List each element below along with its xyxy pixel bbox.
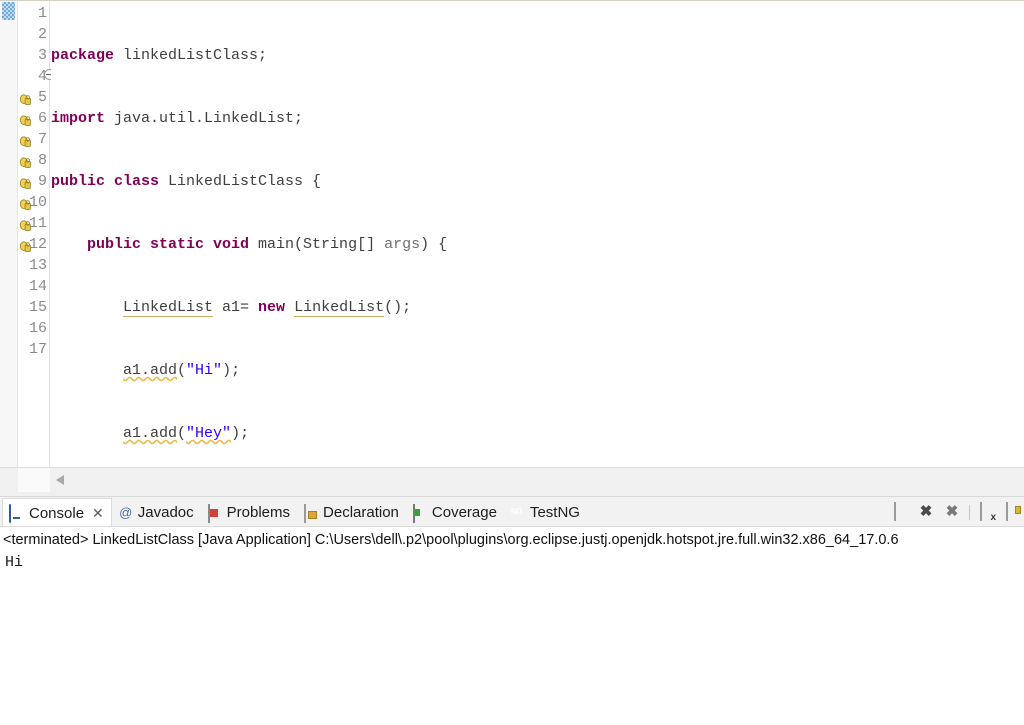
remove-launch-button[interactable]: ✖ [917, 503, 935, 521]
editor-annotation-ruler[interactable] [0, 1, 18, 467]
tab-testng[interactable]: TestNG [504, 498, 587, 527]
terminate-button[interactable] [891, 502, 909, 521]
console-output-area[interactable]: <terminated> LinkedListClass [Java Appli… [0, 526, 1024, 725]
line-number: 3 [37, 47, 47, 64]
tab-label: Problems [226, 504, 291, 521]
tab-console[interactable]: Console ✕ [2, 498, 112, 527]
line-number: 13 [28, 257, 47, 274]
pin-console-button[interactable] [1004, 502, 1022, 521]
code-line-5[interactable]: LinkedList a1= new LinkedList(); [51, 297, 1024, 318]
tab-label: Declaration [323, 504, 399, 521]
scrollbar-track[interactable] [50, 468, 1024, 492]
line-number: 8 [37, 152, 47, 169]
scrollbar-corner [18, 468, 50, 492]
line-number: 5 [37, 89, 47, 106]
clear-console-button[interactable] [978, 502, 996, 521]
console-output-text: Hi [5, 554, 24, 571]
view-tab-bar: Console ✕ @ Javadoc Problems Declaration [0, 496, 1024, 527]
tab-label: TestNG [529, 504, 580, 521]
code-line-3[interactable]: public class LinkedListClass { [51, 171, 1024, 192]
launch-config-header: <terminated> LinkedListClass [Java Appli… [3, 532, 899, 548]
line-number: 17 [28, 341, 47, 358]
eclipse-ide-window: 1 2 3 4 5 6 7 8 9 10 11 12 13 14 15 16 1… [0, 0, 1024, 725]
tab-label: Coverage [431, 504, 497, 521]
line-number-ruler: 1 2 3 4 5 6 7 8 9 10 11 12 13 14 15 16 1… [18, 1, 48, 467]
code-line-1[interactable]: package linkedListClass; [51, 45, 1024, 66]
tab-label: Javadoc [137, 504, 194, 521]
tab-javadoc[interactable]: @ Javadoc [112, 498, 201, 527]
editor-body[interactable]: 1 2 3 4 5 6 7 8 9 10 11 12 13 14 15 16 1… [0, 1, 1024, 467]
editor-horizontal-scrollbar[interactable] [0, 467, 1024, 492]
tab-declaration[interactable]: Declaration [297, 498, 406, 527]
code-line-6[interactable]: a1.add("Hi"); [51, 360, 1024, 381]
line-number: 14 [28, 278, 47, 295]
line-number: 7 [37, 131, 47, 148]
testng-icon [510, 505, 526, 521]
close-icon[interactable]: ✕ [92, 506, 104, 520]
stop-square-icon [894, 502, 896, 521]
scroll-left-arrow-icon[interactable] [56, 475, 64, 485]
console-toolbar: ✖ ✖ [891, 499, 1024, 525]
line-number: 11 [28, 215, 47, 232]
line-number: 16 [28, 320, 47, 337]
code-text-area[interactable]: package linkedListClass; import java.uti… [51, 1, 1024, 467]
javadoc-icon: @ [119, 504, 133, 520]
line-number: 1 [37, 5, 47, 22]
clear-console-icon [980, 502, 982, 521]
toolbar-separator [969, 504, 970, 520]
line-number: 9 [37, 173, 47, 190]
console-icon [9, 504, 25, 523]
tab-coverage[interactable]: Coverage [406, 498, 504, 527]
line-number: 6 [37, 110, 47, 127]
line-number: 10 [28, 194, 47, 211]
code-line-7[interactable]: a1.add("Hey"); [51, 423, 1024, 444]
code-line-4[interactable]: public static void main(String[] args) { [51, 234, 1024, 255]
lock-icon [1006, 502, 1008, 521]
coverage-icon [412, 503, 428, 523]
declaration-icon [303, 503, 319, 523]
problems-icon [207, 503, 223, 523]
console-view-panel: Console ✕ @ Javadoc Problems Declaration [0, 496, 1024, 725]
code-line-2[interactable]: import java.util.LinkedList; [51, 108, 1024, 129]
java-editor-panel: 1 2 3 4 5 6 7 8 9 10 11 12 13 14 15 16 1… [0, 0, 1024, 492]
remove-all-launches-button[interactable]: ✖ [943, 503, 961, 521]
line-number: 2 [37, 26, 47, 43]
annotation-marker-icon[interactable] [2, 2, 15, 20]
line-number: 12 [28, 236, 47, 253]
view-tabs: Console ✕ @ Javadoc Problems Declaration [2, 498, 587, 527]
tab-problems[interactable]: Problems [201, 498, 297, 527]
tab-label: Console [29, 504, 85, 522]
line-number: 15 [28, 299, 47, 316]
